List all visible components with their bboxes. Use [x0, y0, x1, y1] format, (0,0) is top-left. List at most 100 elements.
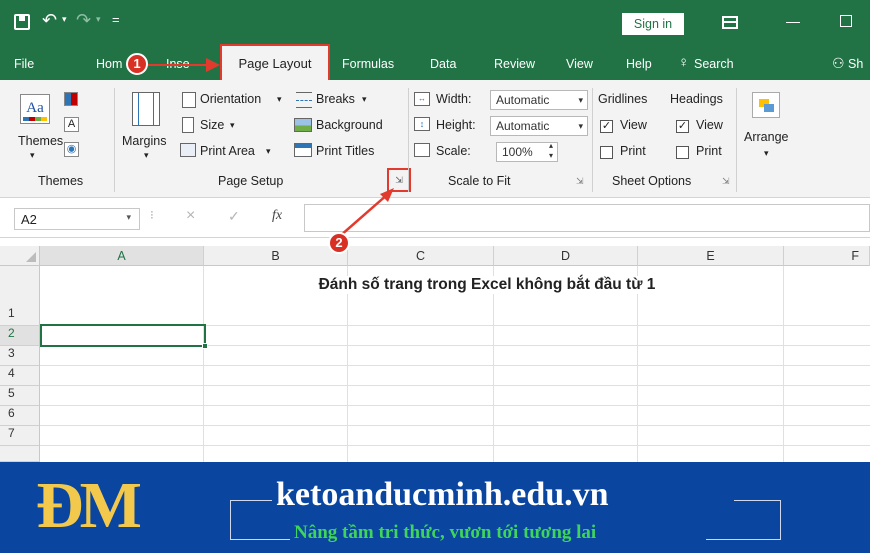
width-label: Width:: [436, 92, 472, 106]
arrange-dropdown-icon[interactable]: ▾: [764, 148, 769, 159]
gridlines-view-checkbox[interactable]: ✓: [600, 120, 613, 133]
gridline: [40, 445, 870, 446]
row-header-7[interactable]: 7: [0, 426, 40, 446]
cancel-icon[interactable]: ×: [186, 207, 195, 225]
redo-dropdown-icon[interactable]: ▾: [96, 14, 101, 25]
row-header-6[interactable]: 6: [0, 406, 40, 426]
size-icon: [182, 117, 194, 133]
theme-fonts-icon[interactable]: A: [64, 117, 79, 132]
height-select[interactable]: Automatic ▾: [490, 116, 588, 136]
margins-icon[interactable]: [132, 92, 160, 126]
width-select[interactable]: Automatic ▾: [490, 90, 588, 110]
background-icon: [294, 118, 312, 132]
annotation-arrow-1: [146, 64, 208, 66]
orientation-button[interactable]: Orientation: [200, 92, 261, 106]
headings-heading: Headings: [670, 92, 723, 106]
name-box[interactable]: A2 ▾: [14, 208, 140, 230]
annotation-badge-2: 2: [328, 232, 350, 254]
margins-dropdown-icon[interactable]: ▾: [144, 150, 149, 161]
worksheet-grid[interactable]: [0, 240, 870, 462]
page-setup-group-label: Page Setup: [218, 174, 284, 188]
column-header-e[interactable]: E: [638, 246, 784, 266]
size-button[interactable]: Size: [200, 118, 224, 132]
headings-print-checkbox[interactable]: [676, 146, 689, 159]
active-cell-a2[interactable]: [40, 324, 208, 349]
tab-review[interactable]: Review: [494, 57, 535, 71]
column-header-b[interactable]: B: [204, 246, 348, 266]
quick-access-customize[interactable]: =: [112, 12, 120, 27]
row-header-3[interactable]: 3: [0, 346, 40, 366]
themes-dropdown-icon[interactable]: ▾: [30, 150, 35, 161]
share-button[interactable]: Sh: [848, 57, 863, 71]
scale-spinner[interactable]: 100% ▴ ▾: [496, 141, 558, 162]
tab-help[interactable]: Help: [626, 57, 652, 71]
banner-site: ketoanducminh.edu.vn: [276, 476, 609, 513]
name-box-dropdown-icon: ▾: [126, 212, 131, 222]
print-area-dropdown-icon[interactable]: ▾: [266, 146, 271, 157]
headings-view-checkbox[interactable]: ✓: [676, 120, 689, 133]
scale-to-fit-dialog-launcher[interactable]: ⇲: [576, 176, 584, 187]
breaks-dropdown-icon[interactable]: ▾: [362, 94, 367, 105]
headings-print-label: Print: [696, 144, 722, 158]
theme-effects-icon[interactable]: ◉: [64, 142, 79, 157]
tab-page-layout[interactable]: Page Layout: [220, 44, 330, 80]
gridline: [203, 266, 204, 462]
tab-home[interactable]: Hom: [96, 57, 122, 71]
arrange-icon: [752, 92, 780, 118]
banner-logo: ĐM: [36, 469, 142, 542]
theme-colors-icon[interactable]: [64, 92, 78, 106]
headings-view-label: View: [696, 118, 723, 132]
arrange-button[interactable]: Arrange: [744, 130, 788, 144]
size-dropdown-icon[interactable]: ▾: [230, 120, 235, 131]
undo-icon[interactable]: ↶: [42, 10, 57, 31]
gridline: [40, 425, 870, 426]
gridline: [40, 365, 870, 366]
gridline: [637, 266, 638, 462]
background-button[interactable]: Background: [316, 118, 383, 132]
banner-line-left: [230, 500, 272, 501]
gridlines-print-checkbox[interactable]: [600, 146, 613, 159]
redo-icon[interactable]: ↷: [76, 10, 91, 31]
row-header-4[interactable]: 4: [0, 366, 40, 386]
themes-button[interactable]: Themes: [18, 134, 63, 148]
ribbon-display-icon[interactable]: [722, 16, 738, 29]
column-header-a[interactable]: A: [40, 246, 204, 266]
title-bar: ↶ ▾ ↷ ▾ = Sign in: [0, 0, 870, 50]
tab-data[interactable]: Data: [430, 57, 456, 71]
margins-button[interactable]: Margins: [122, 134, 166, 148]
insert-function-button[interactable]: fx: [272, 208, 282, 224]
sign-in-button[interactable]: Sign in: [622, 13, 684, 35]
cell-b1-title[interactable]: Đánh số trang trong Excel không bắt đầu …: [204, 276, 770, 294]
column-header-c[interactable]: C: [348, 246, 494, 266]
row-header-1[interactable]: 1: [0, 266, 40, 326]
tab-file[interactable]: File: [14, 57, 34, 71]
print-titles-button[interactable]: Print Titles: [316, 144, 374, 158]
fill-handle[interactable]: [202, 343, 208, 349]
undo-dropdown-icon[interactable]: ▾: [62, 14, 67, 25]
print-area-icon: [180, 143, 196, 157]
sheet-options-dialog-launcher[interactable]: ⇲: [722, 176, 730, 187]
tab-view[interactable]: View: [566, 57, 593, 71]
gridline: [783, 266, 784, 462]
tab-formulas[interactable]: Formulas: [342, 57, 394, 71]
print-titles-icon: [294, 143, 312, 157]
column-header-f[interactable]: F: [784, 246, 870, 266]
divider: [592, 88, 593, 192]
name-box-value: A2: [21, 212, 37, 227]
themes-icon[interactable]: Aa: [20, 94, 50, 124]
minimize-icon[interactable]: [786, 22, 800, 23]
column-header-d[interactable]: D: [494, 246, 638, 266]
row-header-2[interactable]: 2: [0, 326, 40, 346]
save-icon[interactable]: [14, 14, 30, 30]
themes-group-label: Themes: [38, 174, 84, 188]
scale-icon: [414, 143, 430, 157]
orientation-dropdown-icon[interactable]: ▾: [277, 94, 282, 105]
row-header-5[interactable]: 5: [0, 386, 40, 406]
print-area-button[interactable]: Print Area: [200, 144, 255, 158]
enter-icon[interactable]: ✓: [228, 208, 240, 225]
maximize-icon[interactable]: [840, 15, 852, 27]
breaks-button[interactable]: Breaks: [316, 92, 355, 106]
select-all-button[interactable]: [0, 246, 40, 266]
tell-me-search[interactable]: Search: [694, 57, 734, 71]
scale-spin-icon: ▴ ▾: [548, 141, 553, 160]
